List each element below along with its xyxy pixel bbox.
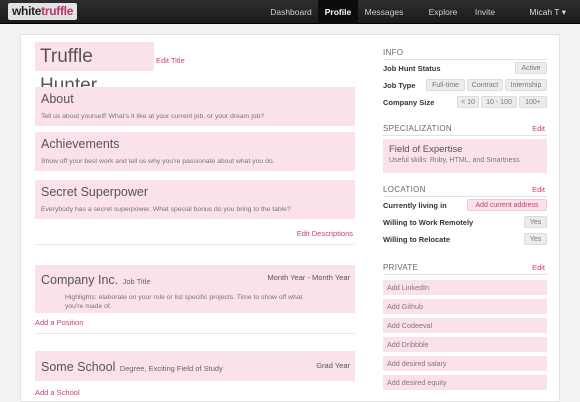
expertise-title: Field of Expertise — [389, 144, 463, 155]
add-linkedin-field[interactable]: Add LinkedIn — [383, 280, 547, 295]
divider — [35, 333, 355, 334]
position-dates: Month Year - Month Year — [267, 273, 350, 282]
specialization-heading: SPECIALIZATION — [383, 124, 452, 133]
currently-living-label: Currently living in — [383, 201, 447, 210]
expertise-skills: Useful skills: Ruby, HTML, and Smartness — [389, 157, 520, 164]
superpower-description: Everybody has a secret superpower. What … — [41, 206, 291, 213]
add-desired-salary-field[interactable]: Add desired salary — [383, 356, 547, 371]
add-github-field[interactable]: Add Github — [383, 299, 547, 314]
school-entry[interactable]: Some School Degree, Exciting Field of St… — [35, 351, 355, 381]
add-position-link[interactable]: Add a Position — [35, 318, 83, 327]
job-type-contract[interactable]: Contract — [467, 79, 503, 91]
top-nav: whitetruffle Dashboard Profile Messages … — [0, 0, 580, 24]
job-type-label: Job Type — [383, 81, 416, 90]
nav-messages[interactable]: Messages — [360, 0, 408, 24]
add-desired-equity-field[interactable]: Add desired equity — [383, 375, 547, 390]
company-size-medium[interactable]: 10 - 100 — [481, 96, 517, 108]
achievements-heading: Achievements — [41, 137, 120, 151]
job-hunt-status-toggle[interactable]: Active — [515, 62, 547, 74]
edit-title-link[interactable]: Edit Title — [156, 56, 185, 65]
job-type-internship[interactable]: Internship — [505, 79, 547, 91]
superpower-section[interactable]: Secret Superpower Everybody has a secret… — [35, 180, 355, 219]
edit-specialization-link[interactable]: Edit — [532, 124, 545, 133]
company-name: Company Inc. — [41, 273, 119, 287]
about-section[interactable]: About Tell us about yourself! What's it … — [35, 87, 355, 126]
divider — [383, 59, 547, 60]
nav-profile[interactable]: Profile — [318, 0, 358, 24]
degree: Degree, Exciting Field of Study — [119, 364, 223, 373]
edit-location-link[interactable]: Edit — [532, 185, 545, 194]
location-heading: LOCATION — [383, 185, 426, 194]
divider — [383, 135, 547, 136]
remote-toggle[interactable]: Yes — [524, 216, 547, 228]
private-heading: PRIVATE — [383, 263, 419, 272]
nav-invite[interactable]: Invite — [468, 0, 502, 24]
expertise-box[interactable]: Field of Expertise Useful skills: Ruby, … — [383, 139, 547, 173]
nav-explore[interactable]: Explore — [424, 0, 462, 24]
add-current-address-button[interactable]: Add current address — [467, 199, 547, 211]
user-menu[interactable]: Micah T ▾ — [529, 0, 566, 24]
whitetruffle-logo[interactable]: whitetruffle — [8, 3, 78, 20]
user-name: Micah T — [529, 7, 560, 17]
add-school-link[interactable]: Add a School — [35, 388, 80, 397]
job-type-fulltime[interactable]: Full-time — [426, 79, 465, 91]
edit-descriptions-link[interactable]: Edit Descriptions — [297, 229, 353, 238]
divider — [383, 196, 547, 197]
add-codeeval-field[interactable]: Add Codeeval — [383, 318, 547, 333]
about-heading: About — [41, 92, 74, 106]
school-name: Some School — [41, 360, 116, 374]
caret-down-icon: ▾ — [561, 7, 566, 17]
superpower-heading: Secret Superpower — [41, 185, 149, 199]
logo-text-truffle: truffle — [41, 4, 74, 18]
company-size-small[interactable]: < 10 — [457, 96, 479, 108]
info-heading: INFO — [383, 48, 404, 57]
nav-dashboard[interactable]: Dashboard — [266, 0, 316, 24]
company-size-large[interactable]: 100+ — [519, 96, 547, 108]
grad-year: Grad Year — [316, 361, 350, 370]
add-dribbble-field[interactable]: Add Dribbble — [383, 337, 547, 352]
about-description: Tell us about yourself! What's it like a… — [41, 113, 265, 120]
achievements-section[interactable]: Achievements Show off your best work and… — [35, 132, 355, 171]
position-description: Highlights: elaborate on your role or li… — [65, 294, 303, 310]
relocate-label: Willing to Relocate — [383, 235, 451, 244]
edit-private-link[interactable]: Edit — [532, 263, 545, 272]
profile-card: Truffle Hunter Edit Title About Tell us … — [20, 34, 560, 402]
remote-label: Willing to Work Remotely — [383, 218, 474, 227]
relocate-toggle[interactable]: Yes — [524, 233, 547, 245]
company-size-label: Company Size — [383, 98, 435, 107]
achievements-description: Show off your best work and tell us why … — [41, 158, 275, 165]
logo-text-white: white — [12, 4, 42, 18]
divider — [383, 274, 547, 275]
job-hunt-status-label: Job Hunt Status — [383, 64, 441, 73]
position-entry[interactable]: Company Inc. Job Title Month Year - Mont… — [35, 265, 355, 313]
divider — [35, 244, 355, 245]
job-title: Job Title — [122, 277, 151, 286]
profile-title[interactable]: Truffle Hunter — [35, 42, 154, 96]
